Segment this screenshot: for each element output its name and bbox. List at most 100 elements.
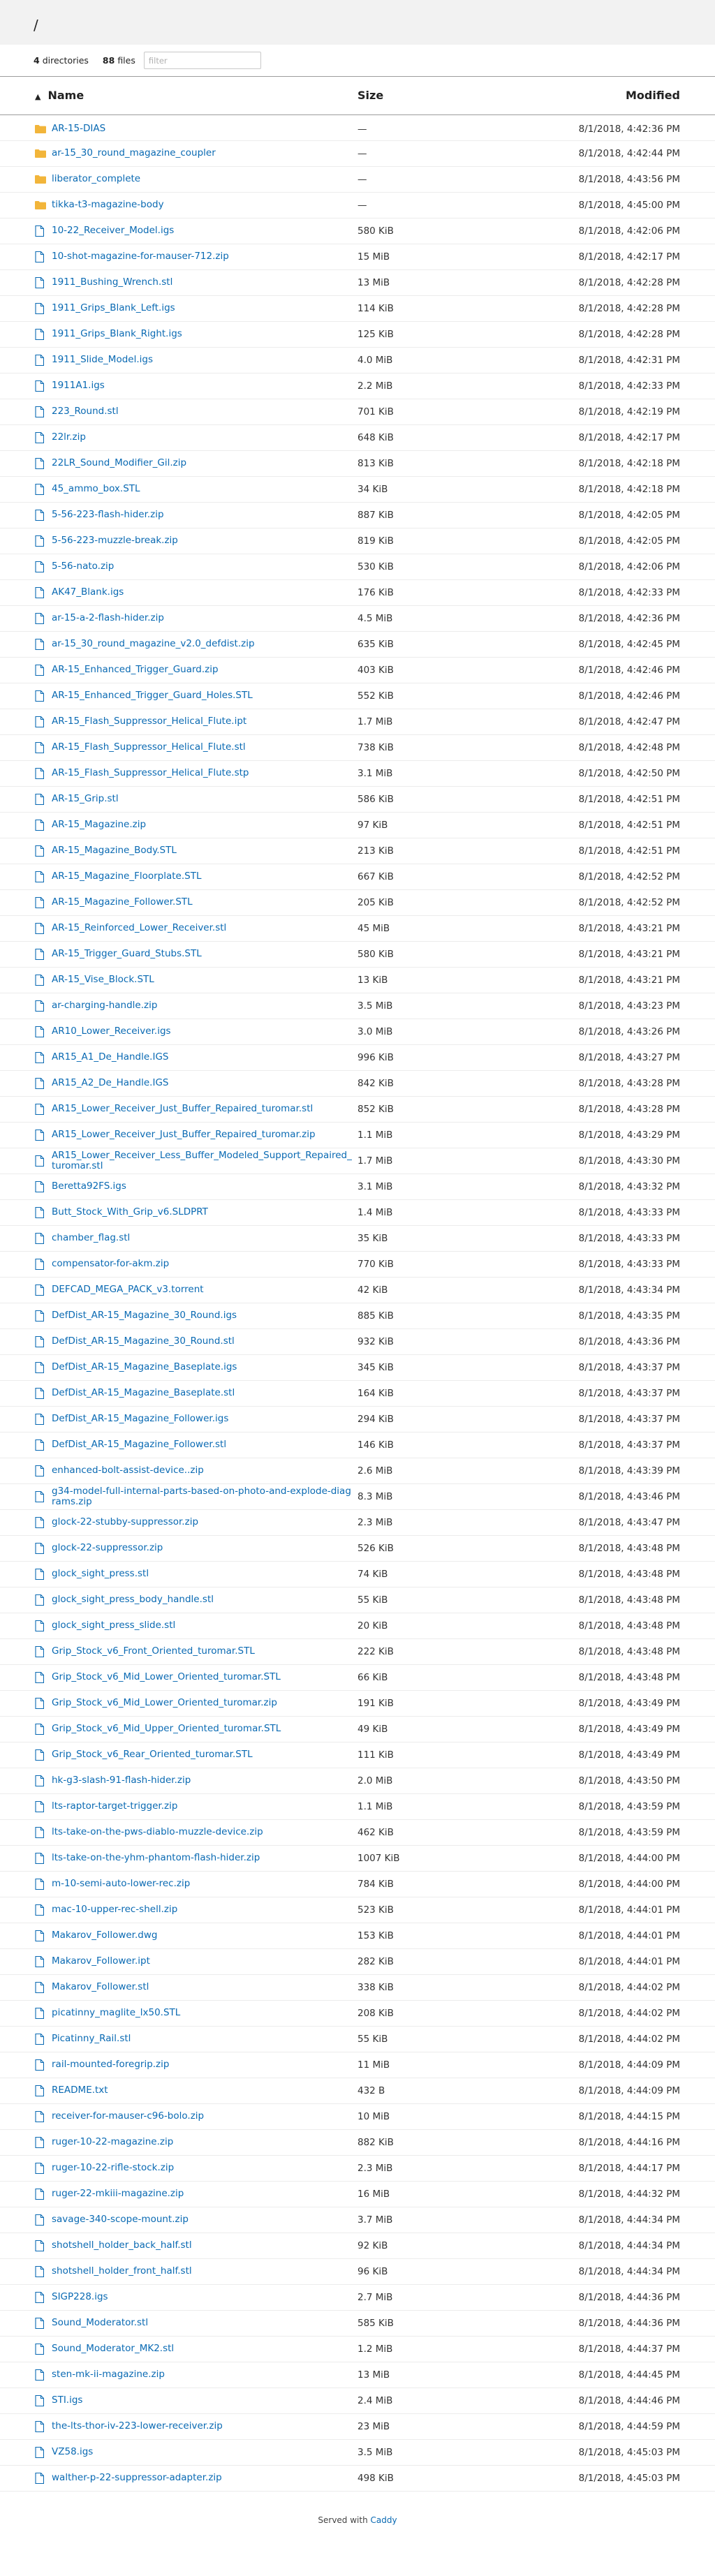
file-link[interactable]: ruger-10-22-rifle-stock.zip (35, 2162, 352, 2174)
file-link[interactable]: AR10_Lower_Receiver.igs (35, 1026, 352, 1037)
file-link[interactable]: AR-15_Vise_Block.STL (35, 974, 352, 986)
file-link[interactable]: savage-340-scope-mount.zip (35, 2214, 352, 2226)
file-link[interactable]: picatinny_maglite_lx50.STL (35, 2007, 352, 2019)
file-link[interactable]: chamber_flag.stl (35, 1232, 352, 1244)
file-link[interactable]: AR-15_Trigger_Guard_Stubs.STL (35, 948, 352, 960)
filter-input[interactable] (143, 52, 261, 69)
file-link[interactable]: Picatinny_Rail.stl (35, 2033, 352, 2045)
file-link[interactable]: AR-15_Enhanced_Trigger_Guard.zip (35, 664, 352, 676)
file-link[interactable]: lts-take-on-the-pws-diablo-muzzle-device… (35, 1826, 352, 1838)
file-link[interactable]: the-lts-thor-iv-223-lower-receiver.zip (35, 2420, 352, 2432)
name-column-header[interactable]: ▲ Name (0, 77, 356, 114)
file-link[interactable]: Grip_Stock_v6_Mid_Upper_Oriented_turomar… (35, 1723, 352, 1735)
file-link[interactable]: ruger-10-22-magazine.zip (35, 2136, 352, 2148)
file-link[interactable]: Grip_Stock_v6_Mid_Lower_Oriented_turomar… (35, 1697, 352, 1709)
folder-link[interactable]: tikka-t3-magazine-body (35, 200, 352, 210)
file-link[interactable]: 1911_Bushing_Wrench.stl (35, 276, 352, 288)
entry-name: mac-10-upper-rec-shell.zip (52, 1904, 178, 1916)
file-link[interactable]: 5-56-223-flash-hider.zip (35, 509, 352, 521)
file-link[interactable]: 22lr.zip (35, 431, 352, 443)
file-link[interactable]: STI.igs (35, 2394, 352, 2406)
file-link[interactable]: lts-take-on-the-yhm-phantom-flash-hider.… (35, 1852, 352, 1864)
file-link[interactable]: VZ58.igs (35, 2446, 352, 2458)
file-link[interactable]: enhanced-bolt-assist-device..zip (35, 1465, 352, 1476)
file-link[interactable]: ar-15-a-2-flash-hider.zip (35, 612, 352, 624)
file-link[interactable]: AR-15_Magazine_Floorplate.STL (35, 871, 352, 882)
entry-name: Grip_Stock_v6_Mid_Upper_Oriented_turomar… (52, 1723, 281, 1735)
file-link[interactable]: rail-mounted-foregrip.zip (35, 2059, 352, 2071)
file-link[interactable]: DEFCAD_MEGA_PACK_v3.torrent (35, 1284, 352, 1296)
file-link[interactable]: SIGP228.igs (35, 2291, 352, 2303)
file-link[interactable]: AR-15_Flash_Suppressor_Helical_Flute.stp (35, 767, 352, 779)
file-link[interactable]: Grip_Stock_v6_Rear_Oriented_turomar.STL (35, 1749, 352, 1761)
file-link[interactable]: 5-56-nato.zip (35, 561, 352, 572)
file-link[interactable]: AR-15_Reinforced_Lower_Receiver.stl (35, 922, 352, 934)
file-link[interactable]: 1911_Grips_Blank_Left.igs (35, 302, 352, 314)
file-link[interactable]: 1911_Grips_Blank_Right.igs (35, 328, 352, 340)
file-link[interactable]: glock_sight_press.stl (35, 1568, 352, 1580)
file-link[interactable]: DefDist_AR-15_Magazine_30_Round.igs (35, 1310, 352, 1322)
file-link[interactable]: Makarov_Follower.stl (35, 1981, 352, 1993)
file-link[interactable]: compensator-for-akm.zip (35, 1258, 352, 1270)
file-link[interactable]: AR-15_Magazine_Follower.STL (35, 896, 352, 908)
file-link[interactable]: AR15_Lower_Receiver_Just_Buffer_Repaired… (35, 1103, 352, 1115)
file-link[interactable]: README.txt (35, 2085, 352, 2096)
file-link[interactable]: AR-15_Magazine_Body.STL (35, 845, 352, 857)
folder-link[interactable]: ar-15_30_round_magazine_coupler (35, 148, 352, 158)
file-link[interactable]: Butt_Stock_With_Grip_v6.SLDPRT (35, 1206, 352, 1218)
file-link[interactable]: 10-shot-magazine-for-mauser-712.zip (35, 251, 352, 262)
file-link[interactable]: ar-charging-handle.zip (35, 1000, 352, 1012)
file-link[interactable]: mac-10-upper-rec-shell.zip (35, 1904, 352, 1916)
file-link[interactable]: glock-22-suppressor.zip (35, 1542, 352, 1554)
file-link[interactable]: glock_sight_press_body_handle.stl (35, 1594, 352, 1606)
file-link[interactable]: AR-15_Enhanced_Trigger_Guard_Holes.STL (35, 690, 352, 702)
file-link[interactable]: AR-15_Magazine.zip (35, 819, 352, 831)
file-link[interactable]: DefDist_AR-15_Magazine_Follower.igs (35, 1413, 352, 1425)
file-link[interactable]: Beretta92FS.igs (35, 1180, 352, 1192)
file-link[interactable]: DefDist_AR-15_Magazine_30_Round.stl (35, 1335, 352, 1347)
file-link[interactable]: 45_ammo_box.STL (35, 483, 352, 495)
file-link[interactable]: Grip_Stock_v6_Mid_Lower_Oriented_turomar… (35, 1671, 352, 1683)
file-link[interactable]: Makarov_Follower.dwg (35, 1930, 352, 1941)
file-link[interactable]: 223_Round.stl (35, 406, 352, 417)
file-link[interactable]: lts-raptor-target-trigger.zip (35, 1800, 352, 1812)
file-link[interactable]: glock_sight_press_slide.stl (35, 1620, 352, 1631)
file-link[interactable]: AR-15_Grip.stl (35, 793, 352, 805)
file-link[interactable]: shotshell_holder_front_half.stl (35, 2265, 352, 2277)
size-column-header[interactable]: Size (356, 77, 496, 114)
file-link[interactable]: AR15_Lower_Receiver_Less_Buffer_Modeled_… (35, 1150, 352, 1171)
file-link[interactable]: Grip_Stock_v6_Front_Oriented_turomar.STL (35, 1645, 352, 1657)
modified-column-header[interactable]: Modified (496, 77, 715, 114)
file-link[interactable]: hk-g3-slash-91-flash-hider.zip (35, 1775, 352, 1786)
file-link[interactable]: DefDist_AR-15_Magazine_Baseplate.igs (35, 1361, 352, 1373)
file-link[interactable]: DefDist_AR-15_Magazine_Follower.stl (35, 1439, 352, 1451)
file-link[interactable]: Sound_Moderator.stl (35, 2317, 352, 2329)
file-link[interactable]: 22LR_Sound_Modifier_Gil.zip (35, 457, 352, 469)
file-link[interactable]: AR15_A1_De_Handle.IGS (35, 1051, 352, 1063)
file-link[interactable]: walther-p-22-suppressor-adapter.zip (35, 2472, 352, 2484)
file-link[interactable]: ar-15_30_round_magazine_v2.0_defdist.zip (35, 638, 352, 650)
file-link[interactable]: AK47_Blank.igs (35, 586, 352, 598)
file-link[interactable]: AR-15_Flash_Suppressor_Helical_Flute.ipt (35, 716, 352, 727)
file-link[interactable]: 1911_Slide_Model.igs (35, 354, 352, 366)
file-link[interactable]: AR-15_Flash_Suppressor_Helical_Flute.stl (35, 741, 352, 753)
file-link[interactable]: DefDist_AR-15_Magazine_Baseplate.stl (35, 1387, 352, 1399)
file-link[interactable]: shotshell_holder_back_half.stl (35, 2240, 352, 2251)
caddy-link[interactable]: Caddy (371, 2515, 397, 2525)
folder-link[interactable]: liberator_complete (35, 174, 352, 184)
file-link[interactable]: AR15_A2_De_Handle.IGS (35, 1077, 352, 1089)
file-link[interactable]: Sound_Moderator_MK2.stl (35, 2343, 352, 2355)
file-link[interactable]: sten-mk-ii-magazine.zip (35, 2369, 352, 2381)
file-link[interactable]: g34-model-full-internal-parts-based-on-p… (35, 1486, 352, 1507)
file-link[interactable]: ruger-22-mkiii-magazine.zip (35, 2188, 352, 2200)
file-link[interactable]: glock-22-stubby-suppressor.zip (35, 1516, 352, 1528)
file-link[interactable]: m-10-semi-auto-lower-rec.zip (35, 1878, 352, 1890)
file-link[interactable]: receiver-for-mauser-c96-bolo.zip (35, 2110, 352, 2122)
file-link[interactable]: 10-22_Receiver_Model.igs (35, 225, 352, 237)
file-link[interactable]: 5-56-223-muzzle-break.zip (35, 535, 352, 547)
folder-link[interactable]: AR-15-DIAS (35, 124, 352, 134)
entry-name-cell: picatinny_maglite_lx50.STL (0, 2000, 356, 2026)
file-link[interactable]: AR15_Lower_Receiver_Just_Buffer_Repaired… (35, 1129, 352, 1141)
file-link[interactable]: Makarov_Follower.ipt (35, 1955, 352, 1967)
file-link[interactable]: 1911A1.igs (35, 380, 352, 392)
